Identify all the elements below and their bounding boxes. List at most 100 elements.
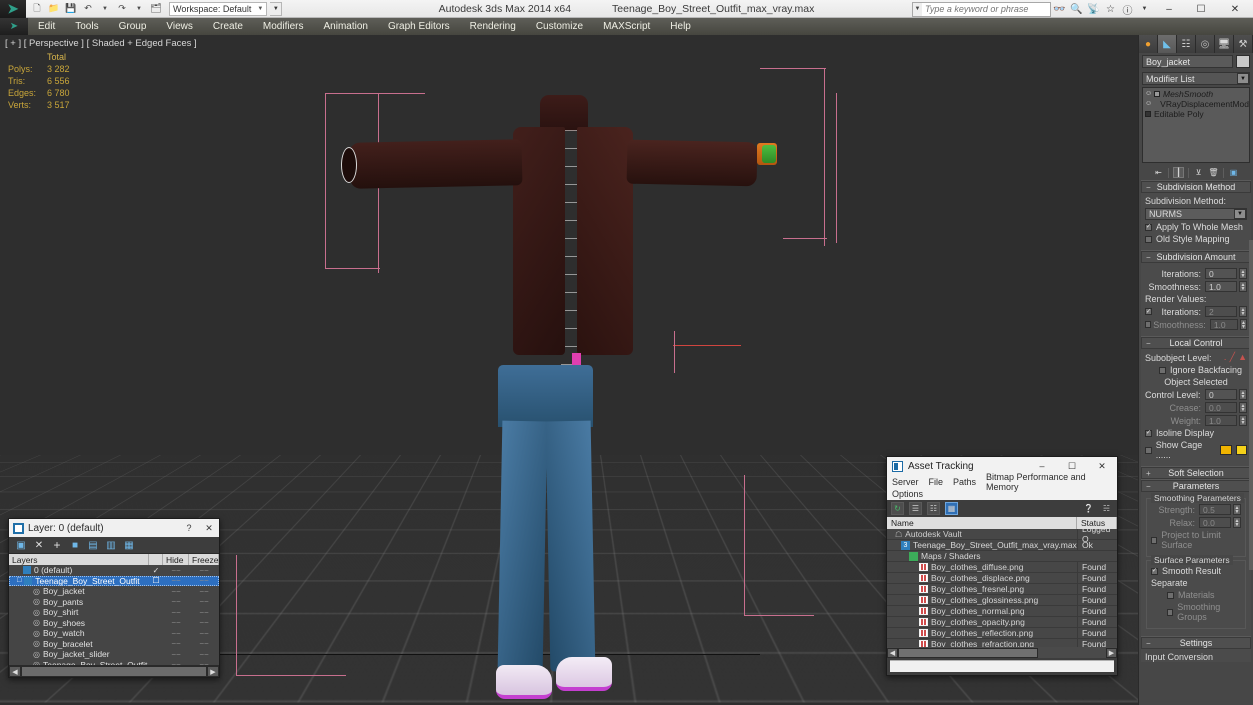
- stack-item-meshsmooth[interactable]: ☺ MeshSmooth: [1143, 89, 1249, 99]
- scroll-right-icon[interactable]: ▶: [207, 666, 219, 677]
- freeze-toggle[interactable]: −−: [189, 650, 219, 659]
- current-layer-check-icon[interactable]: ☐: [149, 576, 163, 585]
- freeze-toggle[interactable]: −−: [189, 576, 219, 585]
- save-file-icon[interactable]: 💾: [64, 2, 78, 16]
- freeze-toggle[interactable]: −−: [189, 629, 219, 638]
- asset-list[interactable]: ☖ Autodesk Vault Logged O 3 Teenage_Boy_St…: [887, 529, 1117, 647]
- list-item[interactable]: ◎ Teenage_Boy_Street_Outfit −− −−: [9, 660, 219, 665]
- set-current-icon[interactable]: ▦: [123, 539, 135, 551]
- project-folder-icon[interactable]: 🗂: [149, 2, 163, 16]
- relax-spinner[interactable]: ▲ ▼: [1233, 517, 1241, 528]
- make-unique-icon[interactable]: ⊻: [1193, 167, 1204, 178]
- create-layer-icon[interactable]: ▣: [15, 539, 27, 551]
- stack-item-editable-poly[interactable]: Editable Poly: [1143, 109, 1249, 119]
- separate-smoothing-groups-checkbox[interactable]: Smoothing Groups: [1167, 602, 1241, 622]
- show-end-result-icon[interactable]: ┃: [1173, 167, 1184, 178]
- table-row[interactable]: Boy_clothes_opacity.png Found: [887, 617, 1117, 628]
- layer-dialog[interactable]: Layer: 0 (default) ? ✕ ▣ ✕ + ■ ▤ ▥ ▦ Lay…: [8, 518, 220, 678]
- old-style-mapping-checkbox[interactable]: Old Style Mapping: [1145, 234, 1247, 244]
- utilities-tab-icon[interactable]: ⚒: [1234, 35, 1253, 53]
- workspace-selector[interactable]: Workspace: Default ▼: [169, 1, 268, 16]
- collapse-icon[interactable]: −: [1146, 639, 1151, 648]
- help-dropdown-icon[interactable]: ▼: [1136, 0, 1153, 18]
- render-iterations-checkbox[interactable]: ✓: [1145, 308, 1152, 315]
- asset-list-hscrollbar[interactable]: ◀ ▶: [887, 647, 1117, 658]
- star-icon[interactable]: ☆: [1102, 0, 1119, 18]
- detail-view-icon[interactable]: ☷: [927, 502, 940, 515]
- hide-toggle[interactable]: −−: [163, 576, 189, 585]
- display-tab-icon[interactable]: 🖥: [1215, 35, 1234, 53]
- lightbulb-icon[interactable]: ☺: [1145, 90, 1152, 98]
- search-input[interactable]: [922, 2, 1050, 16]
- asset-menu-bitmap-performance[interactable]: Bitmap Performance and Memory: [986, 472, 1117, 492]
- freeze-toggle[interactable]: −−: [189, 618, 219, 627]
- scroll-thumb[interactable]: [898, 647, 1038, 658]
- new-file-icon[interactable]: 🗋: [30, 2, 44, 16]
- table-row[interactable]: Boy_clothes_refraction.png Found: [887, 639, 1117, 647]
- menu-item-modifiers[interactable]: Modifiers: [253, 18, 314, 35]
- motion-tab-icon[interactable]: ◎: [1196, 35, 1215, 53]
- menu-item-create[interactable]: Create: [203, 18, 253, 35]
- redo-dropdown-icon[interactable]: ▼: [132, 2, 146, 16]
- list-view-icon[interactable]: ☰: [909, 502, 922, 515]
- asset-menu-options[interactable]: Options: [892, 489, 923, 499]
- freeze-toggle[interactable]: −−: [189, 608, 219, 617]
- rollout-header-settings[interactable]: − Settings: [1141, 637, 1251, 649]
- hide-toggle[interactable]: −−: [163, 660, 189, 665]
- table-row[interactable]: Boy_clothes_displace.png Found: [887, 573, 1117, 584]
- asset-tracking-dialog[interactable]: Asset Tracking – ☐ ✕ Server File Paths B…: [886, 456, 1118, 676]
- modifier-list-dropdown[interactable]: Modifier List ▼: [1142, 72, 1250, 85]
- menu-item-rendering[interactable]: Rendering: [460, 18, 526, 35]
- select-highlighted-icon[interactable]: ▤: [87, 539, 99, 551]
- list-item[interactable]: ◎ Boy_shirt −− −−: [9, 607, 219, 618]
- list-item[interactable]: ◎ Boy_pants −− −−: [9, 597, 219, 608]
- render-smoothness-field[interactable]: 1.0: [1209, 319, 1238, 330]
- create-tab-icon[interactable]: ●: [1139, 35, 1158, 53]
- table-row[interactable]: Boy_clothes_diffuse.png Found: [887, 562, 1117, 573]
- rollout-header-soft-selection[interactable]: + Soft Selection: [1141, 467, 1251, 479]
- rollout-header-local-control[interactable]: − Local Control: [1141, 337, 1251, 349]
- collapse-icon[interactable]: −: [1146, 339, 1151, 348]
- render-iterations-spinner[interactable]: ▲ ▼: [1239, 306, 1247, 317]
- search-dropdown-icon[interactable]: ▼: [913, 2, 922, 16]
- object-name-field[interactable]: Boy_jacket: [1142, 55, 1233, 68]
- list-item[interactable]: ◎ Boy_shoes −− −−: [9, 618, 219, 629]
- freeze-toggle[interactable]: −−: [189, 587, 219, 596]
- command-panel-scrollbar[interactable]: [1249, 240, 1253, 570]
- freeze-toggle[interactable]: −−: [189, 566, 219, 575]
- close-button[interactable]: ✕: [1217, 0, 1253, 18]
- modify-tab-icon[interactable]: ◣: [1158, 35, 1177, 53]
- hide-toggle[interactable]: −−: [163, 566, 189, 575]
- layer-dialog-close-button[interactable]: ✕: [199, 519, 219, 537]
- layer-dialog-titlebar[interactable]: Layer: 0 (default) ? ✕: [9, 519, 219, 537]
- asset-menu-file[interactable]: File: [929, 477, 944, 487]
- scroll-left-icon[interactable]: ◀: [9, 666, 21, 677]
- menu-item-help[interactable]: Help: [660, 18, 701, 35]
- menu-item-animation[interactable]: Animation: [313, 18, 377, 35]
- hide-toggle[interactable]: −−: [163, 639, 189, 648]
- hide-toggle[interactable]: −−: [163, 587, 189, 596]
- apply-whole-mesh-checkbox[interactable]: ✓ Apply To Whole Mesh: [1145, 222, 1247, 232]
- layer-dialog-help-button[interactable]: ?: [179, 519, 199, 537]
- table-row[interactable]: Maps / Shaders: [887, 551, 1117, 562]
- add-selection-icon[interactable]: ▥: [105, 539, 117, 551]
- hide-toggle[interactable]: −−: [163, 608, 189, 617]
- current-layer-check-icon[interactable]: ✓: [149, 566, 163, 575]
- collapse-icon[interactable]: −: [1146, 253, 1151, 262]
- freeze-toggle[interactable]: −−: [189, 597, 219, 606]
- grid-view-icon[interactable]: ▦: [945, 502, 958, 515]
- configure-modifier-sets-icon[interactable]: ▣: [1228, 167, 1239, 178]
- rollout-header-parameters[interactable]: − Parameters: [1141, 480, 1251, 492]
- expand-box-icon[interactable]: [1154, 91, 1160, 97]
- add-layer-icon[interactable]: +: [51, 538, 63, 552]
- smoothness-spinner[interactable]: ▲ ▼: [1239, 281, 1247, 292]
- list-item[interactable]: ◎ Boy_watch −− −−: [9, 628, 219, 639]
- stack-item-vraydisplacement[interactable]: ☺ VRayDisplacementMod: [1143, 99, 1249, 109]
- weight-field[interactable]: 1.0: [1205, 415, 1237, 426]
- cage-color-swatch-1[interactable]: [1220, 445, 1232, 455]
- control-level-field[interactable]: 0: [1205, 389, 1237, 400]
- menu-item-views[interactable]: Views: [156, 18, 203, 35]
- separate-materials-checkbox[interactable]: Materials: [1167, 590, 1241, 600]
- render-iterations-field[interactable]: 2: [1205, 306, 1237, 317]
- open-file-icon[interactable]: 📁: [47, 2, 61, 16]
